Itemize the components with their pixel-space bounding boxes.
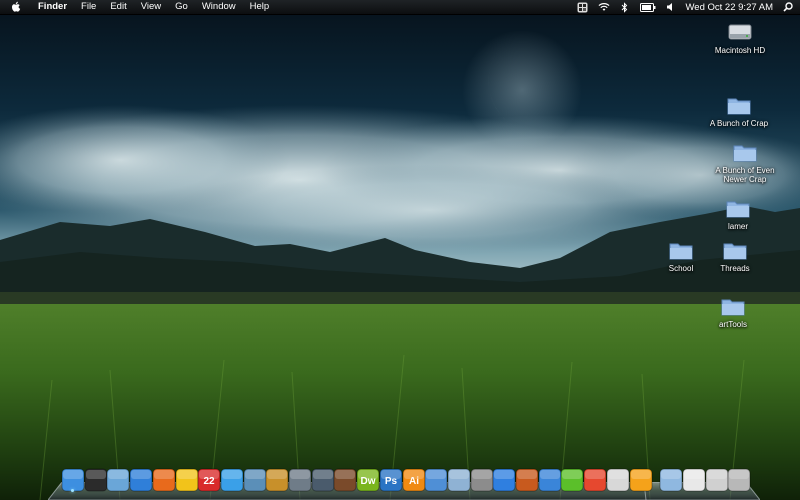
desktop-icon-label: A Bunch of Crap [709, 119, 769, 128]
running-indicator [71, 489, 74, 492]
menu-edit[interactable]: Edit [103, 0, 133, 14]
ical-icon-text: 22 [204, 476, 216, 487]
menu-finder[interactable]: Finder [33, 0, 74, 14]
folder-icon [726, 201, 750, 218]
desktop-icon-label: A Bunch of Even Newer Crap [715, 166, 775, 184]
photoshop-icon-text: Ps [385, 476, 398, 487]
battery-icon[interactable] [639, 1, 656, 13]
dock-item[interactable] [726, 467, 752, 493]
folder-icon [669, 243, 693, 260]
volume-icon[interactable] [665, 1, 677, 13]
menu-items: Finder File Edit View Go Window Help [33, 0, 276, 14]
folder-icon [727, 98, 751, 115]
menu-help[interactable]: Help [243, 0, 277, 14]
trash-icon [727, 468, 751, 492]
menu-extras: Wed Oct 22 9:27 AM [577, 0, 794, 14]
dock: 22 Dw Ps Ai [48, 464, 760, 500]
menu-file[interactable]: File [74, 0, 103, 14]
menu-view[interactable]: View [134, 0, 168, 14]
folder-icon [733, 145, 757, 162]
desktop-icon-label: artTools [718, 320, 747, 329]
desktop-icon-threads[interactable]: Threads [695, 238, 775, 273]
spotlight-search-icon[interactable] [782, 1, 794, 13]
desktop-icon-label: lamer [727, 222, 748, 231]
desktop-icon-label: Threads [720, 264, 750, 273]
folder-icon [723, 243, 747, 260]
illustrator-icon-text: Ai [409, 476, 419, 487]
hard-drive-icon [728, 24, 752, 40]
wifi-icon[interactable] [598, 1, 610, 13]
menu-bar: Finder File Edit View Go Window Help Wed… [0, 0, 800, 15]
desktop-icon-label: Macintosh HD [714, 46, 766, 55]
menu-window[interactable]: Window [195, 0, 243, 14]
menu-go[interactable]: Go [168, 0, 195, 14]
desktop-icon-a-bunch-of-crap[interactable]: A Bunch of Crap [699, 93, 779, 128]
desktop-icon-a-bunch-of-even-newer-crap[interactable]: A Bunch of Even Newer Crap [705, 140, 785, 184]
desktop-icon-arttools[interactable]: artTools [693, 294, 773, 329]
desktop-icon-lamer[interactable]: lamer [698, 196, 778, 231]
folder-icon [721, 299, 745, 316]
menu-clock[interactable]: Wed Oct 22 9:27 AM [686, 2, 773, 13]
desktop-icon-macintosh-hd[interactable]: Macintosh HD [700, 20, 780, 55]
desktop-icon-label: School [668, 264, 694, 273]
chain-link-icon [629, 468, 652, 492]
dreamweaver-icon-text: Dw [361, 476, 376, 487]
bluetooth-icon[interactable] [619, 1, 631, 13]
dock-item[interactable] [628, 467, 654, 493]
apple-menu-icon[interactable] [9, 0, 23, 14]
spaces-icon[interactable] [577, 1, 589, 13]
